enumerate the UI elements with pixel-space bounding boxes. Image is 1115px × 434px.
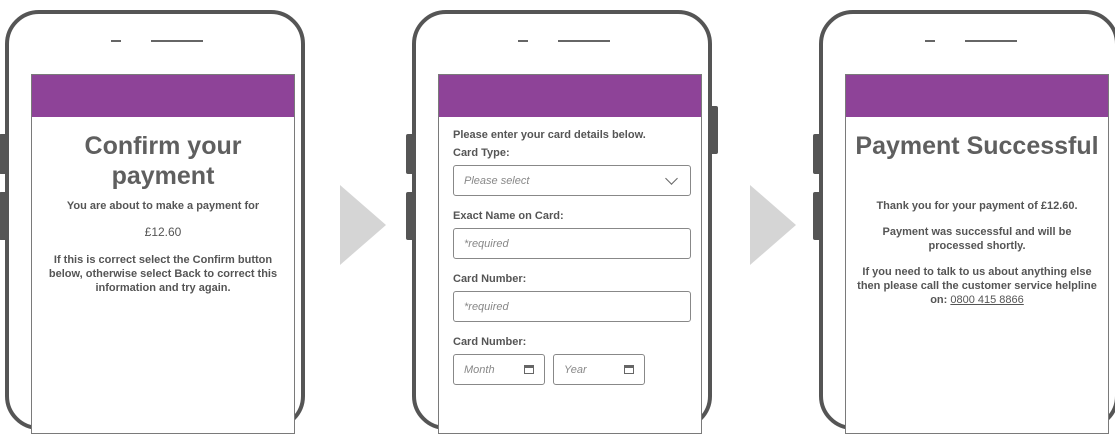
card-type-placeholder: Please select — [464, 174, 530, 187]
chevron-down-icon — [665, 171, 678, 185]
side-button — [0, 134, 7, 174]
screen-confirm: Confirm your payment You are about to ma… — [31, 74, 295, 434]
card-number-placeholder: *required — [464, 300, 509, 313]
name-on-card-input[interactable]: *required — [453, 228, 691, 259]
speaker-dot — [925, 40, 935, 42]
name-on-card-label: Exact Name on Card: — [453, 210, 564, 222]
speaker-grille — [965, 40, 1017, 42]
expiry-year-input[interactable]: Year — [553, 354, 645, 385]
confirm-instructions: If this is correct select the Confirm bu… — [48, 254, 278, 294]
power-button — [710, 106, 718, 154]
side-button — [406, 134, 414, 174]
confirm-intro: You are about to make a payment for — [66, 200, 260, 212]
side-button — [0, 192, 7, 240]
screen-header — [846, 75, 1108, 117]
card-number-input[interactable]: *required — [453, 291, 691, 322]
card-type-select[interactable]: Please select — [453, 165, 691, 196]
screen-header — [439, 75, 701, 117]
screen-header — [32, 75, 294, 117]
phone-frame-confirm: Confirm your payment You are about to ma… — [0, 10, 305, 434]
speaker-grille — [151, 40, 203, 42]
payment-amount: £12.60 — [144, 225, 182, 239]
phone-frame-success: Payment Successful Thank you for your pa… — [813, 10, 1115, 434]
calendar-icon — [624, 365, 634, 374]
side-button — [813, 134, 821, 174]
phone-frame-card-details: Please enter your card details below. Ca… — [406, 10, 718, 434]
screen-card-details: Please enter your card details below. Ca… — [438, 74, 702, 434]
side-button — [406, 192, 414, 240]
arrow-right-icon — [340, 185, 386, 265]
name-on-card-placeholder: *required — [464, 237, 509, 250]
form-intro: Please enter your card details below. — [453, 129, 646, 141]
card-number-label: Card Number: — [453, 273, 527, 285]
speaker-dot — [518, 40, 528, 42]
speaker-grille — [558, 40, 610, 42]
speaker-dot — [111, 40, 121, 42]
expiry-month-placeholder: Month — [464, 363, 495, 376]
expiry-month-input[interactable]: Month — [453, 354, 545, 385]
helpline-phone-link[interactable]: 0800 415 8866 — [950, 294, 1023, 306]
expiry-label: Card Number: — [453, 336, 527, 348]
page-title: Confirm your payment — [84, 132, 242, 190]
help-message: If you need to talk to us about anything… — [854, 265, 1100, 307]
page-title: Payment Successful — [855, 132, 1099, 160]
expiry-year-placeholder: Year — [564, 363, 587, 376]
screen-success: Payment Successful Thank you for your pa… — [845, 74, 1109, 434]
side-button — [813, 192, 821, 240]
calendar-icon — [524, 365, 534, 374]
status-message: Payment was successful and will be proce… — [882, 226, 1072, 252]
arrow-right-icon — [750, 185, 796, 265]
card-type-label: Card Type: — [453, 147, 510, 159]
thanks-message: Thank you for your payment of £12.60. — [876, 200, 1078, 212]
